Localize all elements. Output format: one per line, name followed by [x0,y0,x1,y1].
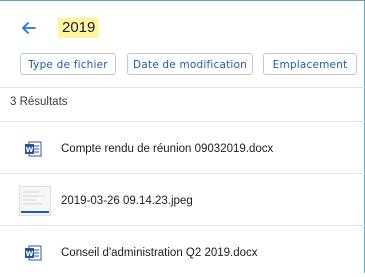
list-item[interactable]: W Conseil d'administration Q2 2019.docx [0,229,365,277]
list-item[interactable]: W Compte rendu de réunion 09032019.docx [0,125,365,173]
list-item[interactable]: 2019-03-26 09.14.23.jpeg [0,177,365,225]
word-doc-icon: W [24,244,42,262]
file-name: 2019-03-26 09.14.23.jpeg [61,195,193,207]
file-name: Conseil d'administration Q2 2019.docx [61,247,258,259]
filter-bar: Type de fichier Date de modification Emp… [0,53,365,77]
svg-text:W: W [26,146,34,154]
back-arrow-icon[interactable] [20,19,38,37]
divider [0,173,365,174]
search-query[interactable]: 2019 [58,18,100,38]
filter-location-button[interactable]: Emplacement [263,53,357,75]
search-header: 2019 [0,0,365,40]
file-name: Compte rendu de réunion 09032019.docx [61,143,274,155]
divider [0,121,365,122]
filter-modified-date-button[interactable]: Date de modification [127,53,253,75]
results-count: 3 Résultats [10,96,68,108]
word-doc-icon: W [24,140,42,158]
image-thumbnail [19,186,51,216]
divider [0,87,365,88]
svg-text:W: W [26,250,34,258]
divider [0,225,365,226]
filter-file-type-button[interactable]: Type de fichier [20,53,116,75]
